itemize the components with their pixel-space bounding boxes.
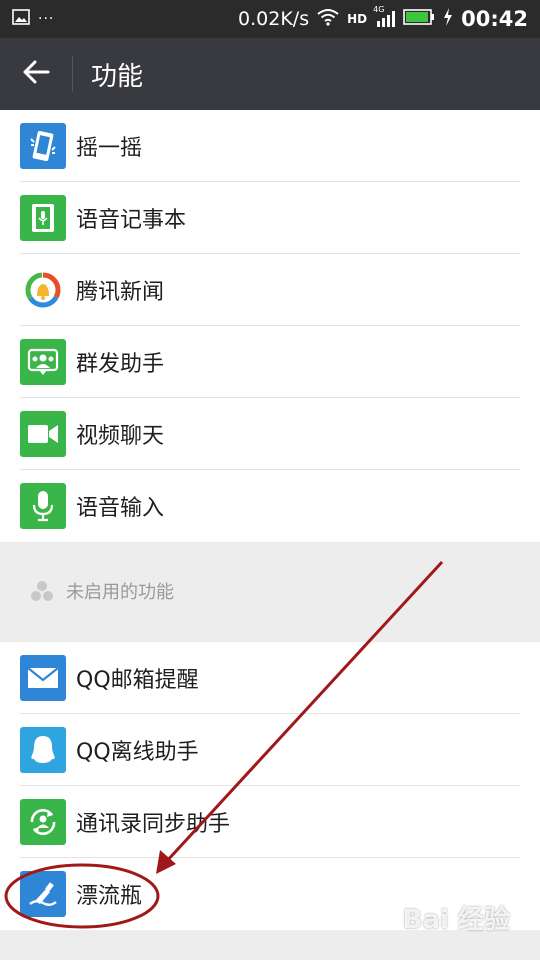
feature-item-voice-input[interactable]: 语音输入 — [0, 470, 540, 542]
section-title: 未启用的功能 — [66, 582, 174, 603]
mail-icon — [20, 655, 66, 701]
charging-icon — [443, 7, 453, 31]
feature-label: 语音记事本 — [76, 208, 187, 233]
network-type: 4G — [373, 5, 385, 14]
title-divider — [72, 56, 73, 92]
qq-penguin-icon — [20, 727, 66, 773]
feature-label: 群发助手 — [76, 352, 165, 377]
status-bar-right: 0.02K/s HD 4G 00:42 — [238, 5, 528, 31]
feature-item-tencent-news[interactable]: 腾讯新闻 — [0, 254, 540, 326]
title-bar: 功能 — [0, 38, 540, 110]
feature-label: 腾讯新闻 — [76, 280, 165, 305]
battery-icon — [403, 8, 435, 30]
enabled-features-list: 摇一摇 语音记事本 腾讯新闻 群发助手 视频聊天 语音输入 — [0, 110, 540, 542]
image-icon — [12, 8, 30, 30]
feature-item-mass-send[interactable]: 群发助手 — [0, 326, 540, 398]
mass-send-icon — [20, 339, 66, 385]
disabled-section-header: 未启用的功能 — [0, 540, 540, 642]
back-arrow-icon — [22, 60, 50, 88]
feature-label: 摇一摇 — [76, 136, 143, 161]
page-title: 功能 — [91, 61, 144, 92]
group-icon — [30, 579, 54, 603]
hd-label: HD — [347, 12, 368, 26]
contact-sync-icon — [20, 799, 66, 845]
network-speed: 0.02K/s — [238, 8, 310, 30]
feature-label: 语音输入 — [76, 496, 165, 521]
clock: 00:42 — [461, 7, 528, 31]
back-button[interactable] — [0, 38, 72, 110]
feature-label: QQ离线助手 — [76, 740, 199, 765]
feature-item-video-chat[interactable]: 视频聊天 — [0, 398, 540, 470]
feature-label: QQ邮箱提醒 — [76, 668, 199, 693]
status-bar-left: ··· — [12, 8, 54, 30]
feature-item-qq-offline[interactable]: QQ离线助手 — [0, 714, 540, 786]
feature-item-contact-sync[interactable]: 通讯录同步助手 — [0, 786, 540, 858]
shake-icon — [20, 123, 66, 169]
voice-notepad-icon — [20, 195, 66, 241]
drift-bottle-icon — [20, 871, 66, 917]
feature-item-qq-mail[interactable]: QQ邮箱提醒 — [0, 642, 540, 714]
feature-label: 通讯录同步助手 — [76, 812, 231, 837]
feature-item-voice-notepad[interactable]: 语音记事本 — [0, 182, 540, 254]
disabled-features-list: QQ邮箱提醒 QQ离线助手 通讯录同步助手 漂流瓶 — [0, 642, 540, 930]
microphone-icon — [20, 483, 66, 529]
feature-item-shake[interactable]: 摇一摇 — [0, 110, 540, 182]
feature-label: 漂流瓶 — [76, 884, 143, 909]
tencent-news-icon — [20, 267, 66, 313]
signal-icon: 4G — [373, 5, 396, 27]
status-bar: ··· 0.02K/s HD 4G 00:42 — [0, 0, 540, 38]
more-icon: ··· — [38, 11, 55, 27]
wifi-icon — [317, 8, 339, 31]
feature-label: 视频聊天 — [76, 424, 165, 449]
watermark: Bai 经验 — [402, 905, 510, 935]
video-chat-icon — [20, 411, 66, 457]
